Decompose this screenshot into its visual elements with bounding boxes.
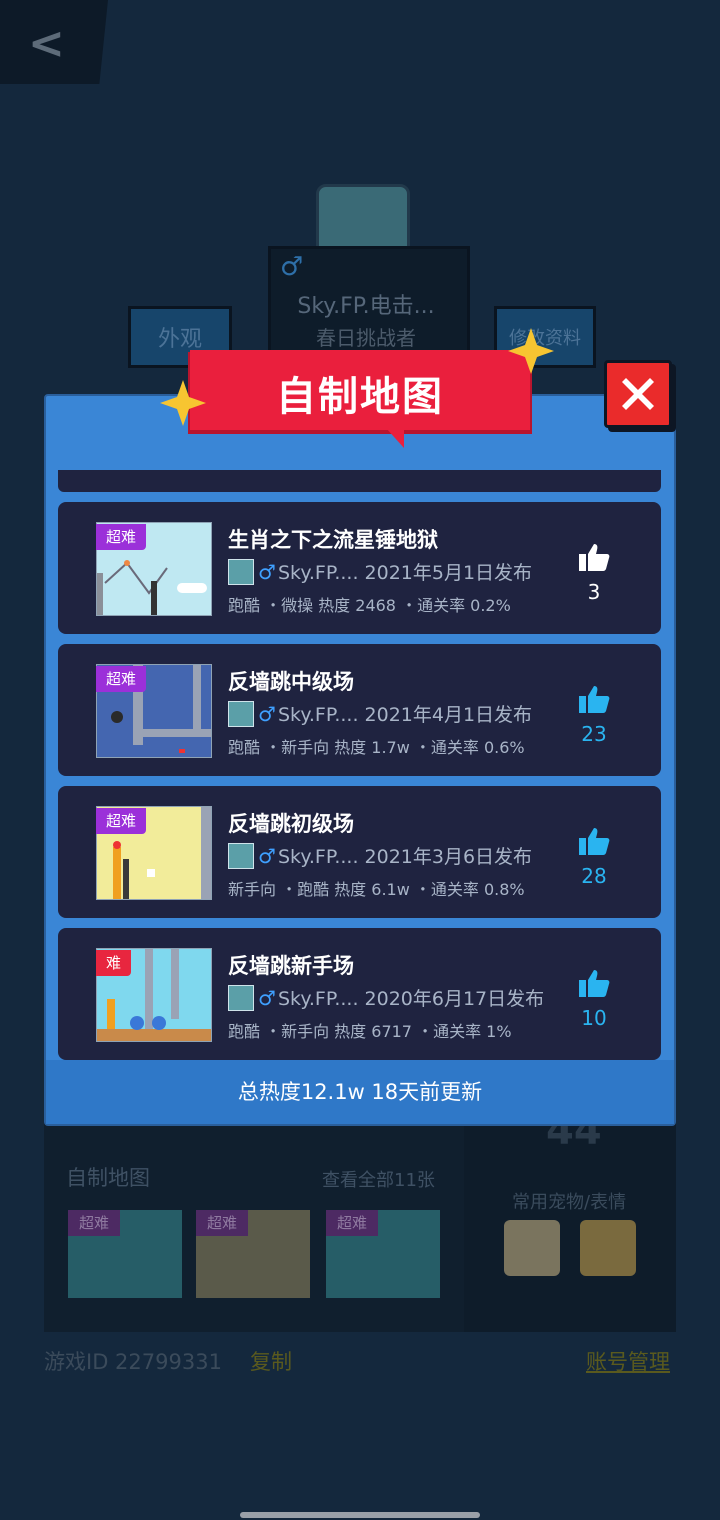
pet-avatar[interactable] (580, 1220, 636, 1276)
player-name: Sky.FP.电击... (297, 294, 435, 319)
pets-label: 常用宠物/表情 (512, 1192, 627, 1213)
dialog-title: 自制地图 (276, 374, 444, 420)
author-and-date: Sky.FP.... 2021年3月6日发布 (277, 846, 533, 868)
chevron-left-icon: < (28, 18, 65, 69)
map-meta: 跑酷 ・新手向 热度 6717 ・通关率 1% (228, 1022, 512, 1041)
male-icon: ♂ (258, 559, 276, 584)
total-heat-summary: 总热度12.1w 18天前更新 (237, 1080, 483, 1104)
difficulty-badge: 超难 (96, 808, 147, 834)
difficulty-badge: 难 (96, 950, 132, 976)
map-card[interactable]: 超难 反墙跳初级场 ♂ Sky.FP.... 2021年3月6日发布 新手向 ・… (58, 786, 661, 918)
thumbs-up-icon[interactable] (574, 684, 614, 718)
author-and-date: Sky.FP.... 2021年4月1日发布 (277, 704, 533, 726)
author-avatar (228, 984, 254, 1011)
like-count: 28 (581, 864, 607, 888)
map-thumbnail[interactable]: 超难 (326, 1210, 440, 1298)
gender-icon: ♂ (280, 252, 304, 282)
map-title: 反墙跳中级场 (228, 670, 354, 694)
map-title: 生肖之下之流星锤地狱 (228, 528, 438, 552)
author-row: ♂ Sky.FP.... 2021年3月6日发布 (228, 842, 532, 869)
view-all-maps-link[interactable]: 查看全部11张 (322, 1166, 435, 1192)
author-and-date: Sky.FP.... 2020年6月17日发布 (277, 988, 545, 1010)
like-count: 10 (581, 1006, 607, 1030)
player-title: 春日挑战者 (316, 326, 416, 350)
author-row: ♂ Sky.FP.... 2020年6月17日发布 (228, 984, 544, 1011)
like-count: 23 (581, 722, 607, 746)
map-thumbnail[interactable]: 超难 (68, 1210, 182, 1298)
map-card-partial[interactable] (58, 470, 661, 492)
map-meta: 新手向 ・跑酷 热度 6.1w ・通关率 0.8% (228, 880, 525, 899)
home-indicator[interactable] (240, 1512, 480, 1518)
close-icon (622, 378, 654, 410)
author-avatar (228, 558, 254, 585)
difficulty-badge: 超难 (68, 1210, 120, 1236)
thumbs-up-icon[interactable] (574, 968, 614, 1002)
game-id: 游戏ID 22799331 (44, 1350, 222, 1374)
sparkle-icon (508, 328, 554, 374)
author-avatar (228, 842, 254, 869)
male-icon: ♂ (258, 843, 276, 868)
male-icon: ♂ (258, 985, 276, 1010)
title-banner-tail (386, 428, 404, 448)
like-count: 3 (587, 580, 601, 604)
map-meta: 跑酷 ・新手向 热度 1.7w ・通关率 0.6% (228, 738, 525, 757)
difficulty-badge: 超难 (326, 1210, 378, 1236)
map-card[interactable]: 超难 生肖之下之流星锤地狱 ♂ Sky.FP.... 2021年5月1日发布 跑… (58, 502, 661, 634)
map-card[interactable]: 难 反墙跳新手场 ♂ Sky.FP.... 2020年6月17日发布 跑酷 ・新… (58, 928, 661, 1060)
map-card[interactable]: 超难 反墙跳中级场 ♂ Sky.FP.... 2021年4月1日发布 跑酷 ・新… (58, 644, 661, 776)
author-avatar (228, 700, 254, 727)
thumbs-up-icon[interactable] (574, 542, 614, 576)
difficulty-badge: 超难 (96, 666, 147, 692)
copy-id-link[interactable]: 复制 (250, 1346, 292, 1376)
author-row: ♂ Sky.FP.... 2021年5月1日发布 (228, 558, 532, 585)
map-title: 反墙跳新手场 (228, 954, 354, 978)
difficulty-badge: 超难 (196, 1210, 248, 1236)
map-thumbnail[interactable]: 超难 (196, 1210, 310, 1298)
author-row: ♂ Sky.FP.... 2021年4月1日发布 (228, 700, 532, 727)
thumbs-up-icon[interactable] (574, 826, 614, 860)
map-meta: 跑酷 ・微操 热度 2468 ・通关率 0.2% (228, 596, 511, 615)
back-button[interactable]: < (0, 0, 108, 84)
author-and-date: Sky.FP.... 2021年5月1日发布 (277, 562, 533, 584)
map-title: 反墙跳初级场 (228, 812, 354, 836)
close-button[interactable] (604, 360, 672, 428)
maps-section-title: 自制地图 (66, 1166, 150, 1190)
account-management-link[interactable]: 账号管理 (586, 1346, 670, 1376)
male-icon: ♂ (258, 701, 276, 726)
pet-avatar[interactable] (504, 1220, 560, 1276)
sparkle-icon (160, 380, 206, 426)
difficulty-badge: 超难 (96, 524, 147, 550)
